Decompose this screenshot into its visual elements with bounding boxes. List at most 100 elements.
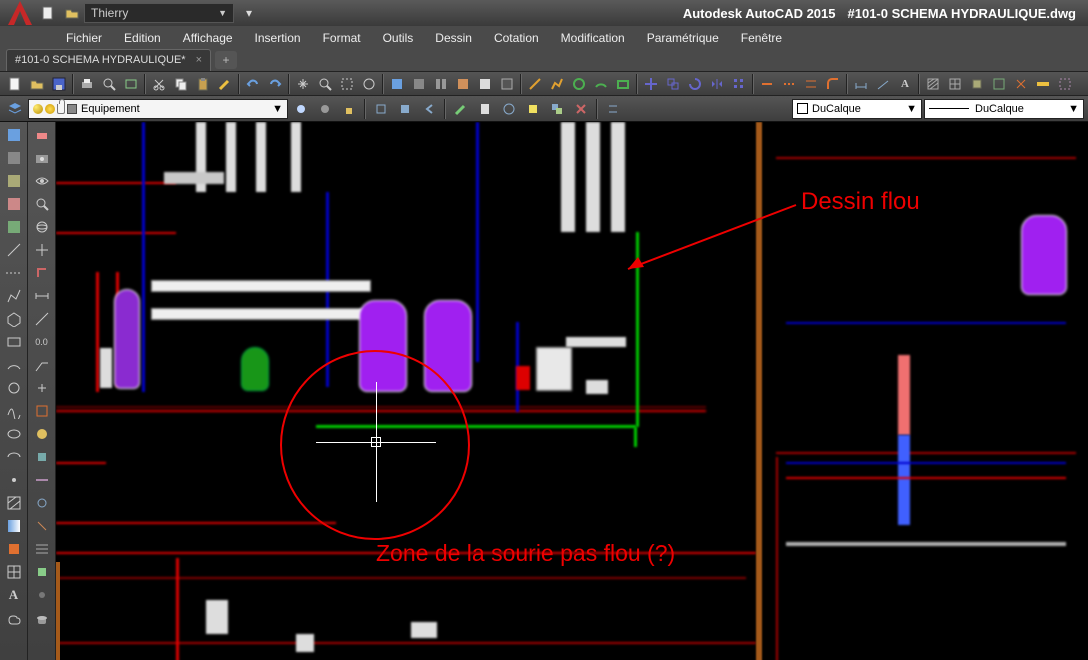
- centermark-icon[interactable]: [30, 377, 54, 399]
- menu-fichier[interactable]: Fichier: [56, 28, 112, 48]
- zoom-window-icon[interactable]: [337, 74, 357, 94]
- mod-6-icon[interactable]: [30, 515, 54, 537]
- print-icon[interactable]: [77, 74, 97, 94]
- menu-affichage[interactable]: Affichage: [173, 28, 243, 48]
- group-icon[interactable]: [1055, 74, 1075, 94]
- paste-icon[interactable]: [193, 74, 213, 94]
- new-icon[interactable]: [37, 2, 59, 24]
- view-icon[interactable]: [30, 170, 54, 192]
- layer-combo[interactable]: Equipement ▼: [28, 99, 288, 119]
- dim-linear-icon[interactable]: [851, 74, 871, 94]
- mod-1-icon[interactable]: [30, 400, 54, 422]
- layer-off-icon[interactable]: [315, 99, 335, 119]
- offset-icon[interactable]: [801, 74, 821, 94]
- layer-freeze-icon[interactable]: [291, 99, 311, 119]
- point-icon[interactable]: [2, 469, 26, 491]
- block-insert-icon[interactable]: [967, 74, 987, 94]
- menu-cotation[interactable]: Cotation: [484, 28, 549, 48]
- layer-manager-icon[interactable]: [5, 99, 25, 119]
- cut-icon[interactable]: [149, 74, 169, 94]
- fillet-icon[interactable]: [823, 74, 843, 94]
- quickcalc-icon[interactable]: [497, 74, 517, 94]
- menu-parametrique[interactable]: Paramétrique: [637, 28, 729, 48]
- menu-format[interactable]: Format: [313, 28, 371, 48]
- explode-icon[interactable]: [1011, 74, 1031, 94]
- menu-outils[interactable]: Outils: [373, 28, 424, 48]
- hatch-icon[interactable]: [2, 492, 26, 514]
- rotate-icon[interactable]: [685, 74, 705, 94]
- array-icon[interactable]: [729, 74, 749, 94]
- dim-icon[interactable]: [30, 308, 54, 330]
- circle-icon[interactable]: [2, 377, 26, 399]
- layer-state-icon[interactable]: [475, 99, 495, 119]
- mod-2-icon[interactable]: [30, 423, 54, 445]
- mod-5-icon[interactable]: [30, 492, 54, 514]
- sheet-set-icon[interactable]: [453, 74, 473, 94]
- hatch-icon[interactable]: [923, 74, 943, 94]
- region-icon[interactable]: [2, 538, 26, 560]
- undo-icon[interactable]: [243, 74, 263, 94]
- publish-icon[interactable]: [121, 74, 141, 94]
- layer-change-icon[interactable]: [523, 99, 543, 119]
- linetype-combo[interactable]: DuCalque ▼: [924, 99, 1084, 119]
- mtext-draw-icon[interactable]: A: [2, 584, 26, 606]
- orbit-icon[interactable]: [30, 216, 54, 238]
- properties-icon[interactable]: [387, 74, 407, 94]
- redo-icon[interactable]: [265, 74, 285, 94]
- palette-btn[interactable]: [2, 124, 26, 146]
- layer-copy-icon[interactable]: [547, 99, 567, 119]
- copy-icon[interactable]: [171, 74, 191, 94]
- copy-obj-icon[interactable]: [663, 74, 683, 94]
- layer-uniso-icon[interactable]: [395, 99, 415, 119]
- design-center-icon[interactable]: [409, 74, 429, 94]
- ucs-icon[interactable]: [30, 262, 54, 284]
- arc-icon[interactable]: [2, 354, 26, 376]
- mod-8-icon[interactable]: [30, 561, 54, 583]
- spline-icon[interactable]: [2, 400, 26, 422]
- layer-match-icon[interactable]: [451, 99, 471, 119]
- xref-icon[interactable]: [989, 74, 1009, 94]
- tool-palettes-icon[interactable]: [431, 74, 451, 94]
- construction-line-icon[interactable]: [2, 262, 26, 284]
- layer-walk-icon[interactable]: [499, 99, 519, 119]
- open-icon[interactable]: [27, 74, 47, 94]
- menu-insertion[interactable]: Insertion: [245, 28, 311, 48]
- zoom-previous-icon[interactable]: [359, 74, 379, 94]
- palette-btn[interactable]: [2, 170, 26, 192]
- palette-btn[interactable]: [2, 147, 26, 169]
- move-mod-icon[interactable]: [30, 239, 54, 261]
- palette-btn[interactable]: [2, 193, 26, 215]
- gradient-icon[interactable]: [2, 515, 26, 537]
- rect-tool-icon[interactable]: [613, 74, 633, 94]
- qat-customize-icon[interactable]: ▾: [238, 2, 260, 24]
- extend-icon[interactable]: [779, 74, 799, 94]
- erase-icon[interactable]: [30, 124, 54, 146]
- mod-9-icon[interactable]: [30, 584, 54, 606]
- circle-tool-icon[interactable]: [569, 74, 589, 94]
- measure-icon[interactable]: [1033, 74, 1053, 94]
- leader-icon[interactable]: [30, 354, 54, 376]
- layer-lock-icon[interactable]: [339, 99, 359, 119]
- autocad-logo-icon[interactable]: [4, 0, 36, 29]
- dim-aligned-icon[interactable]: [873, 74, 893, 94]
- save-icon[interactable]: [49, 74, 69, 94]
- line-draw-icon[interactable]: [2, 239, 26, 261]
- rectangle-icon[interactable]: [2, 331, 26, 353]
- arc-tool-icon[interactable]: [591, 74, 611, 94]
- layer-merge-icon[interactable]: [603, 99, 623, 119]
- zoom-icon[interactable]: [315, 74, 335, 94]
- mirror-icon[interactable]: [707, 74, 727, 94]
- mtext-icon[interactable]: A: [895, 74, 915, 94]
- new-tab-button[interactable]: +: [215, 51, 237, 69]
- menu-edition[interactable]: Edition: [114, 28, 171, 48]
- revision-cloud-icon[interactable]: [2, 607, 26, 629]
- layer-prev-icon[interactable]: [419, 99, 439, 119]
- text-icon[interactable]: 0.0: [30, 331, 54, 353]
- distance-icon[interactable]: [30, 285, 54, 307]
- drawing-canvas[interactable]: Dessin flou Zone de la sourie pas flou (…: [56, 122, 1088, 660]
- polyline-icon[interactable]: [2, 285, 26, 307]
- markup-icon[interactable]: [475, 74, 495, 94]
- camera-icon[interactable]: [30, 147, 54, 169]
- polygon-icon[interactable]: [2, 308, 26, 330]
- open-icon[interactable]: [61, 2, 83, 24]
